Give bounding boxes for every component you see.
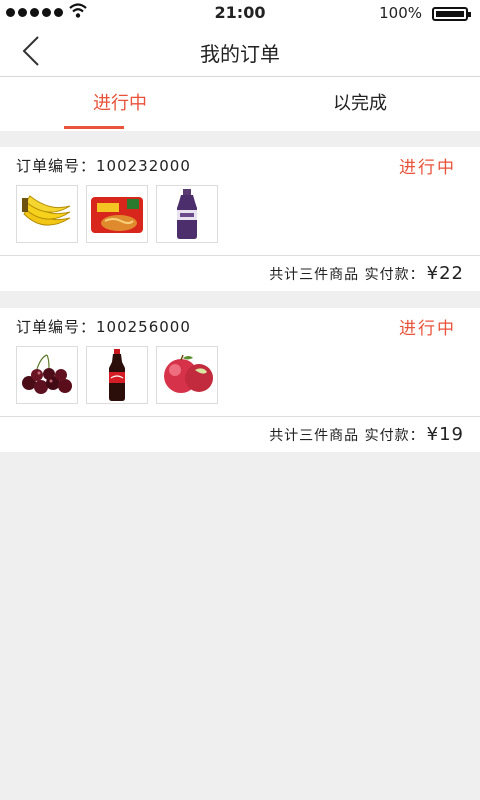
active-tab-indicator <box>64 126 124 129</box>
cola-bottle-image[interactable] <box>86 346 148 404</box>
order-divider <box>0 416 480 417</box>
order-tabs: 进行中 以完成 <box>0 77 480 131</box>
order-header: 订单编号：100232000 进行中 <box>0 147 480 181</box>
blueberry-juice-image[interactable] <box>156 185 218 243</box>
order-number: 订单编号：100256000 <box>16 318 191 336</box>
order-header: 订单编号：100256000 进行中 <box>0 308 480 342</box>
order-total: ¥22 <box>426 263 464 284</box>
product-thumbnails <box>16 185 218 243</box>
order-divider <box>0 255 480 256</box>
instant-noodles-image[interactable] <box>86 185 148 243</box>
order-summary-text: 共计三件商品 实付款： <box>269 428 425 444</box>
navigation-bar: 我的订单 <box>0 26 480 77</box>
cherries-image[interactable] <box>16 346 78 404</box>
order-card[interactable]: 订单编号：100256000 进行中 共计三件商品 实付款： ¥19 <box>0 308 480 452</box>
battery-percentage: 100% <box>379 4 422 22</box>
order-card[interactable]: 订单编号：100232000 进行中 共计三件商品 实付款： ¥22 <box>0 147 480 291</box>
order-status: 进行中 <box>399 319 456 339</box>
status-bar: 21:00 100% <box>0 0 480 26</box>
battery-icon <box>432 7 471 21</box>
order-summary: 共计三件商品 实付款： ¥22 <box>269 263 464 284</box>
order-status: 进行中 <box>399 158 456 178</box>
product-thumbnails <box>16 346 218 404</box>
tab-completed[interactable]: 以完成 <box>240 77 480 131</box>
order-total: ¥19 <box>426 424 464 445</box>
apple-image[interactable] <box>156 346 218 404</box>
order-summary: 共计三件商品 实付款： ¥19 <box>269 424 464 445</box>
tab-in-progress[interactable]: 进行中 <box>0 77 240 131</box>
order-summary-text: 共计三件商品 实付款： <box>269 267 425 283</box>
banana-image[interactable] <box>16 185 78 243</box>
page-title: 我的订单 <box>200 42 280 66</box>
order-number: 订单编号：100232000 <box>16 157 191 175</box>
